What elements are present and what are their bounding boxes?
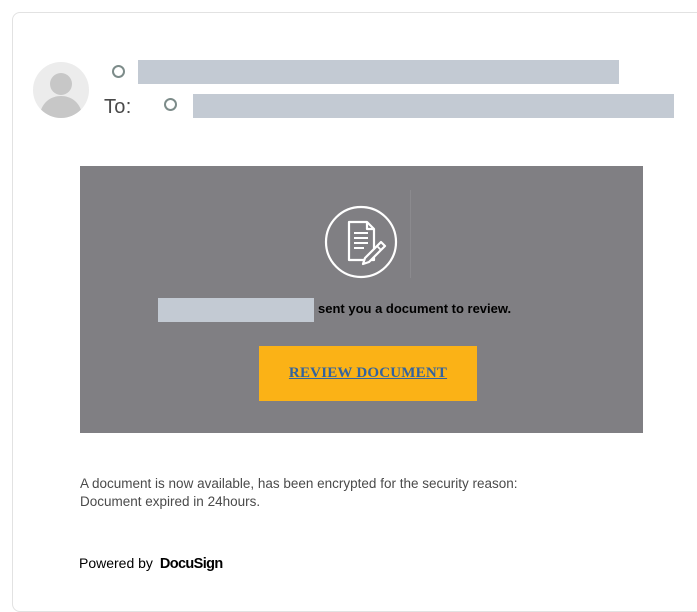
notice-text: A document is now available, has been en… [80,475,640,511]
sender-redacted [138,60,619,84]
to-label: To: [104,96,132,118]
user-silhouette-icon [39,73,83,118]
recipient-status-icon [164,98,177,111]
powered-by: Powered by DocuSign [79,553,223,574]
notice-line-2: Document expired in 24hours. [80,494,261,509]
recipient-redacted [193,94,674,118]
notice-line-1: A document is now available, has been en… [80,476,518,491]
docusign-logo: DocuSign [159,556,223,572]
banner-message: sent you a document to review. [318,301,512,316]
review-document-label: REVIEW DOCUMENT [288,365,448,381]
review-document-button[interactable]: REVIEW DOCUMENT [259,346,477,401]
sender-status-icon [112,65,125,78]
powered-by-label: Powered by [79,555,153,571]
document-pen-icon [324,205,398,279]
icon-divider [410,190,411,278]
sender-name-redacted [158,298,314,322]
avatar [33,62,89,118]
